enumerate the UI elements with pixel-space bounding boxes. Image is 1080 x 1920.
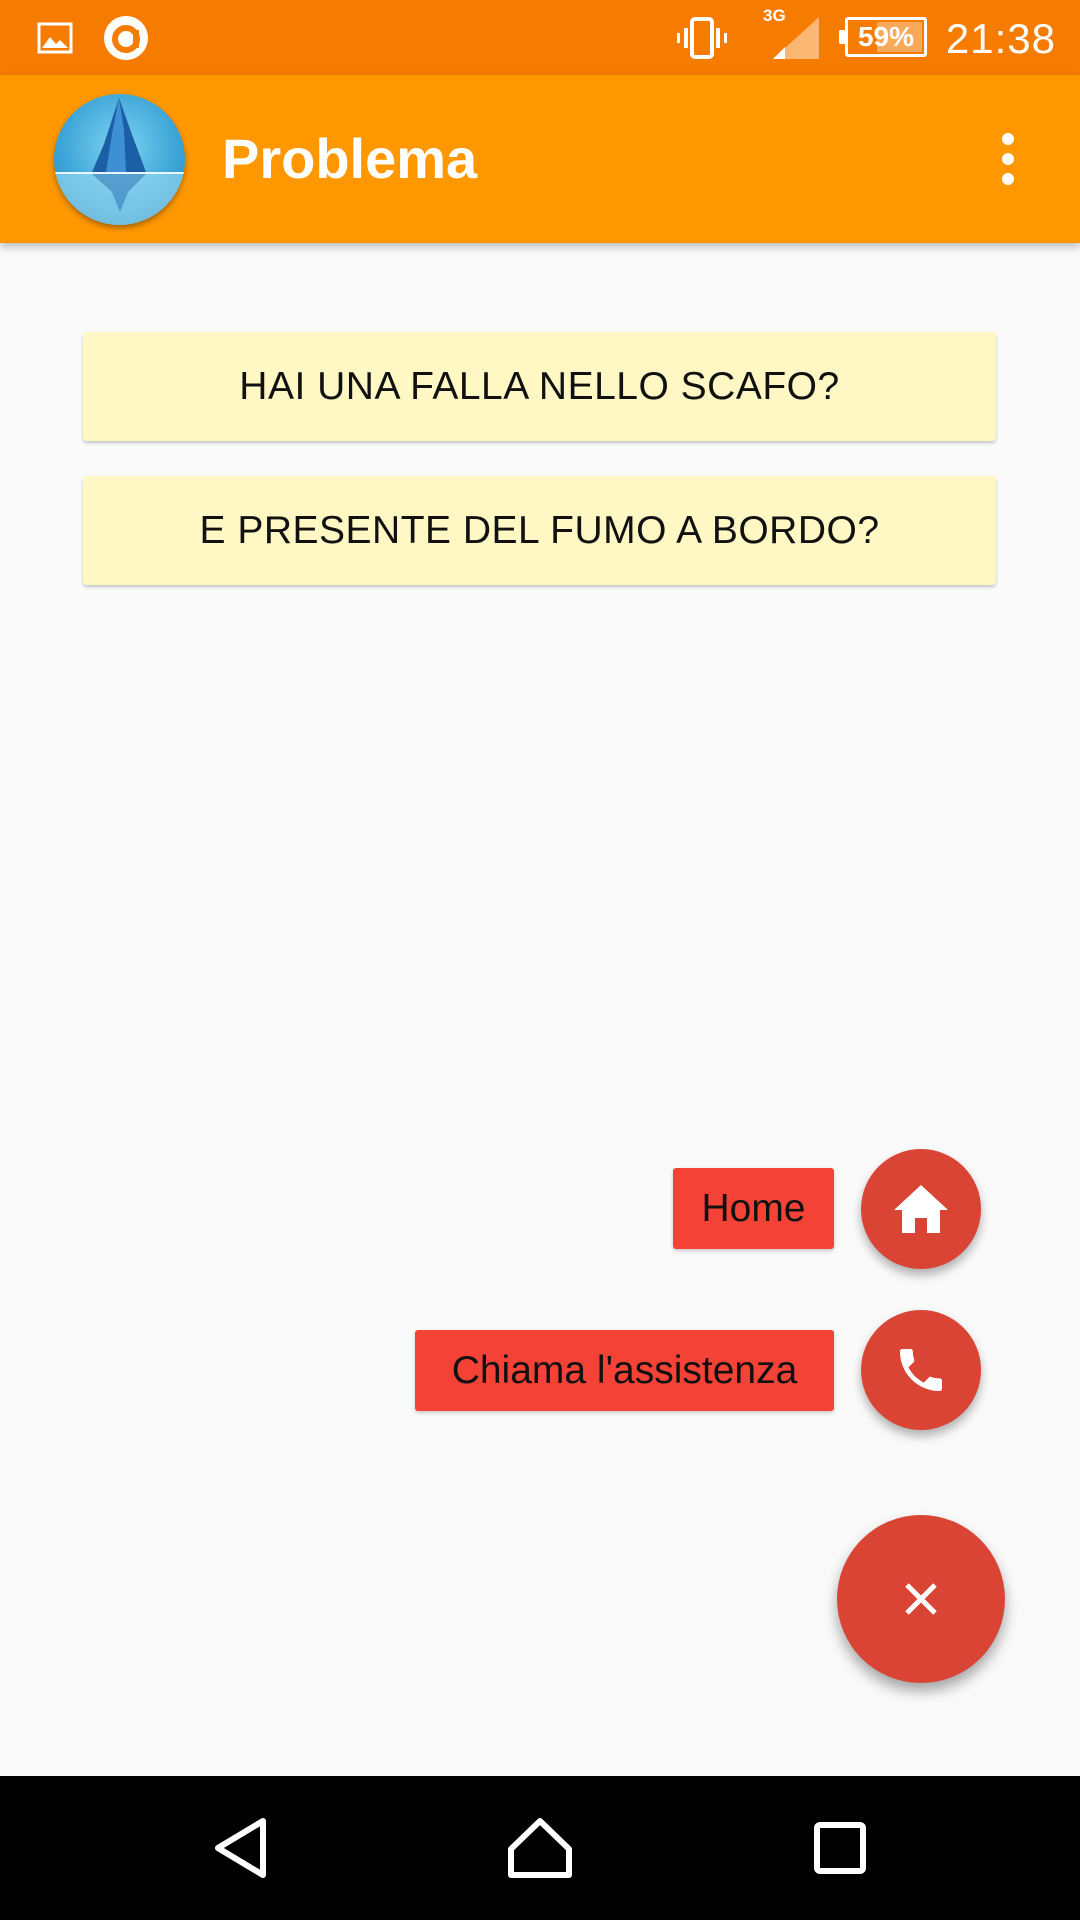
question-hull-leak-button[interactable]: HAI UNA FALLA NELLO SCAFO?	[83, 332, 996, 441]
more-vert-icon[interactable]	[978, 123, 1038, 195]
system-nav-bar	[0, 1776, 1080, 1920]
app-notification-icon	[101, 0, 151, 75]
iceberg-logo	[54, 94, 185, 225]
back-icon[interactable]	[171, 1776, 311, 1920]
battery-percent: 59%	[857, 21, 915, 52]
page-title: Problema	[222, 127, 478, 190]
home-fab-button[interactable]	[861, 1149, 981, 1269]
clock: 21:38	[945, 15, 1056, 62]
fab-call-label[interactable]: Chiama l'assistenza	[415, 1330, 834, 1411]
recents-icon[interactable]	[770, 1776, 910, 1920]
close-fab-menu-button[interactable]	[837, 1515, 1005, 1683]
question-smoke-on-board-button[interactable]: E PRESENTE DEL FUMO A BORDO?	[83, 476, 996, 585]
battery-icon: 59%	[839, 17, 927, 57]
overflow-dot	[1002, 173, 1014, 185]
phone-icon	[900, 1349, 942, 1391]
overflow-dot	[1002, 153, 1014, 165]
overflow-dot	[1002, 133, 1014, 145]
vibrate-icon	[673, 0, 731, 75]
app-bar: Problema	[0, 75, 1080, 243]
home-icon	[894, 1185, 948, 1233]
home-nav-icon[interactable]	[470, 1776, 610, 1920]
call-assistance-fab-button[interactable]	[861, 1310, 981, 1430]
fab-home-label[interactable]: Home	[673, 1168, 834, 1249]
status-bar: 3G 59% 21:38	[0, 0, 1080, 75]
signal-icon	[770, 0, 822, 75]
close-icon	[905, 1583, 937, 1615]
gallery-icon	[34, 0, 76, 75]
